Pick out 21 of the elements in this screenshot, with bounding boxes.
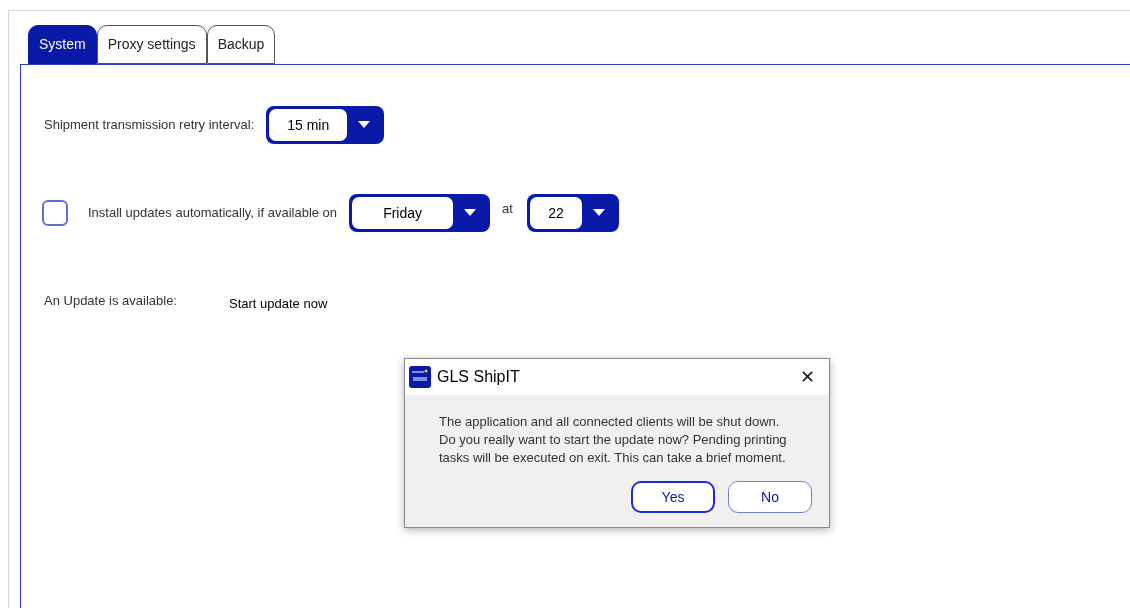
caret-icon bbox=[358, 121, 371, 129]
field-label: Shipment transmission retry interval: bbox=[44, 116, 255, 135]
close-button[interactable]: ✕ bbox=[800, 363, 815, 391]
day-dropdown[interactable]: Friday bbox=[349, 194, 491, 232]
tab[interactable]: Proxy settings bbox=[96, 25, 207, 64]
at-label: at bbox=[502, 200, 513, 219]
hour-dropdown[interactable]: 22 bbox=[526, 194, 619, 232]
field-label: An Update is available: bbox=[44, 292, 178, 310]
dialog-message: The application and all connected clients will be shut down. Do you really want to start the update now? Pending printing tasks will be executed on exit. This can take a brief moment. bbox=[438, 413, 788, 467]
dialog-button[interactable]: No bbox=[728, 481, 812, 513]
checkbox[interactable] bbox=[42, 200, 68, 226]
start-update-link[interactable]: Start update now bbox=[229, 294, 328, 314]
checkbox-label: Install updates automatically, if available on bbox=[88, 204, 338, 223]
caret-icon bbox=[464, 209, 477, 217]
tab[interactable]: System bbox=[28, 25, 97, 64]
app-logo-icon bbox=[409, 366, 431, 388]
interval-dropdown[interactable]: 15 min bbox=[266, 106, 385, 144]
caret-icon bbox=[592, 209, 605, 217]
tab[interactable]: Backup bbox=[206, 25, 276, 64]
dialog-title: GLS ShipIT bbox=[437, 367, 520, 387]
dialog-button[interactable]: Yes bbox=[631, 481, 715, 513]
